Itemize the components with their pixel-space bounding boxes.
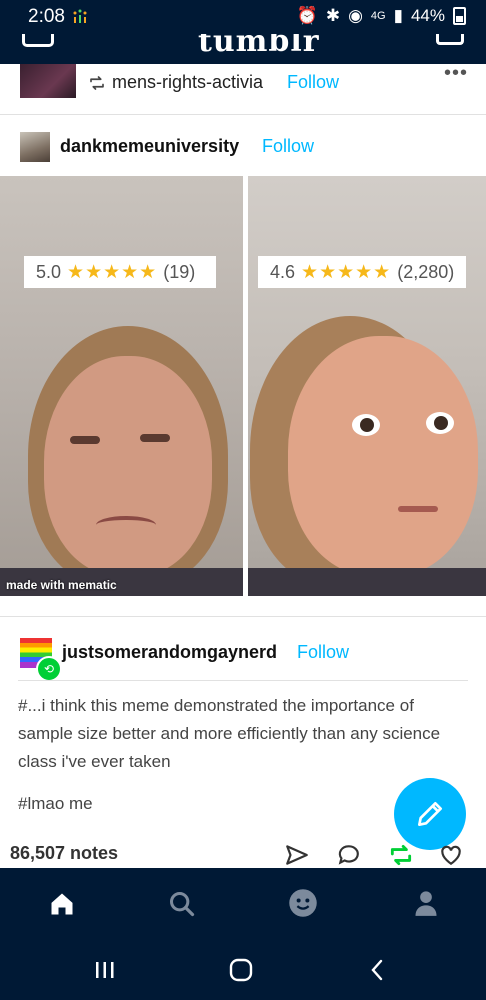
- app-header: tumblr: [0, 34, 486, 64]
- wifi-icon: ◉: [348, 6, 363, 25]
- eye: [140, 434, 170, 442]
- divider: [0, 616, 486, 617]
- camera-icon[interactable]: [22, 34, 54, 47]
- post-header: dankmemeuniversity Follow: [0, 118, 486, 176]
- face: [288, 336, 478, 576]
- shirt: [248, 568, 486, 596]
- rating-score: 4.6: [270, 261, 296, 282]
- reblog-source-name[interactable]: mens-rights-activia: [112, 72, 263, 93]
- status-time: 2:08: [28, 6, 65, 27]
- rating-stars: ★★★★★: [301, 261, 392, 283]
- rating-score: 5.0: [36, 261, 62, 282]
- alarm-icon: ⏰: [296, 6, 318, 25]
- home-icon[interactable]: [48, 890, 76, 918]
- inbox-icon[interactable]: [436, 34, 464, 45]
- data-activity-icon: [73, 9, 87, 23]
- bluetooth-icon: ✱: [325, 6, 341, 25]
- recent-apps-icon[interactable]: [94, 960, 116, 980]
- rating-box: 4.6 ★★★★★ (2,280): [258, 256, 466, 288]
- person-icon[interactable]: [412, 888, 440, 918]
- battery-percent: 44%: [410, 6, 445, 25]
- follow-button[interactable]: Follow: [262, 136, 314, 157]
- meme-panel-left: 5.0 ★★★★★ (19) made with mematic: [0, 176, 243, 596]
- notes-count[interactable]: 86,507 notes: [10, 843, 118, 864]
- reblog-icon: [90, 76, 104, 90]
- home-button-icon[interactable]: [228, 958, 254, 982]
- heart-icon[interactable]: [438, 842, 464, 868]
- battery-icon: [453, 7, 466, 25]
- signal-icon: ▮: [393, 6, 403, 25]
- follow-button[interactable]: Follow: [287, 72, 339, 93]
- pupil: [434, 416, 448, 430]
- author-name[interactable]: justsomerandomgaynerd: [62, 642, 277, 663]
- avatar[interactable]: [20, 132, 50, 162]
- rating-count: (19): [163, 261, 196, 282]
- back-icon[interactable]: [368, 958, 386, 982]
- reblogger-header: ⟲ justsomerandomgaynerd Follow: [0, 620, 486, 682]
- post-image[interactable]: 5.0 ★★★★★ (19) made with mematic 4.6 ★★★…: [0, 176, 486, 596]
- speech-bubble-icon[interactable]: [336, 842, 362, 868]
- app-logo: tumblr: [198, 34, 320, 59]
- rating-count: (2,280): [397, 261, 455, 282]
- status-icons: ⏰ ✱ ◉ 4G ▮ 44%: [297, 6, 466, 26]
- follow-button[interactable]: Follow: [297, 642, 349, 663]
- avatar[interactable]: [20, 64, 76, 98]
- meme-panel-right: 4.6 ★★★★★ (2,280): [248, 176, 486, 596]
- divider: [0, 114, 486, 115]
- rating-box: 5.0 ★★★★★ (19): [24, 256, 216, 288]
- rating-stars: ★★★★★: [67, 261, 158, 283]
- system-nav-bar: [0, 940, 486, 1000]
- pencil-icon: [418, 802, 442, 826]
- status-bar: 2:08 ⏰ ✱ ◉ 4G ▮ 44%: [0, 0, 486, 34]
- pupil: [360, 418, 374, 432]
- network-type: 4G: [370, 10, 386, 22]
- compose-button[interactable]: [394, 778, 466, 850]
- send-icon[interactable]: [284, 842, 310, 868]
- post-caption: #...i think this meme demonstrated the i…: [18, 696, 441, 771]
- face: [44, 356, 212, 576]
- more-options-icon[interactable]: •••: [444, 62, 468, 85]
- author-name[interactable]: dankmemeuniversity: [60, 136, 239, 157]
- search-icon[interactable]: [168, 890, 196, 918]
- post-tag[interactable]: #lmao me: [18, 794, 93, 814]
- mouth: [96, 516, 156, 534]
- divider: [18, 680, 468, 681]
- reblog-icon[interactable]: [388, 842, 414, 868]
- smiley-icon[interactable]: [288, 888, 318, 918]
- reblog-row: mens-rights-activia Follow •••: [0, 62, 486, 114]
- eye: [70, 436, 100, 444]
- bottom-nav: [0, 868, 486, 940]
- watermark: made with mematic: [6, 578, 117, 592]
- reblog-badge-icon: ⟲: [36, 656, 62, 682]
- mouth: [398, 506, 438, 512]
